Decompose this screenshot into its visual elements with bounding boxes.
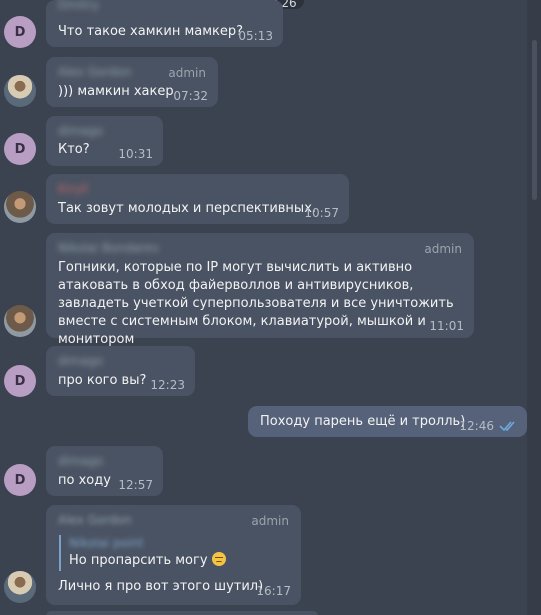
sender-name[interactable]: dimago — [58, 454, 103, 468]
admin-badge: admin — [251, 514, 289, 528]
message-bubble[interactable]: Alex Gordon admin ))) мамкин хакер 07:32 — [46, 57, 218, 107]
smirk-emoji-icon — [211, 552, 226, 566]
avatar[interactable]: D — [4, 365, 36, 397]
message-time: 10:31 — [118, 147, 153, 161]
admin-badge: admin — [168, 66, 206, 80]
avatar[interactable]: D — [4, 133, 36, 165]
sender-name[interactable]: dimago — [58, 354, 103, 368]
sender-name[interactable]: dimago — [58, 124, 103, 138]
chat-history[interactable]: Април 26 D Dmitry Что такое хамкин мамке… — [0, 0, 527, 615]
message-time: 11:01 — [429, 319, 464, 333]
avatar[interactable]: D — [4, 464, 36, 496]
message-time: 12:46 — [459, 419, 494, 433]
message-time: 07:32 — [173, 89, 208, 103]
read-checkmarks-icon — [499, 421, 515, 432]
message-text: Лично я про вот этого шутил) — [58, 579, 264, 594]
message-text: по ходу — [58, 473, 111, 488]
message-bubble[interactable]: Alex Gordon admin Nikolai point Но пропа… — [46, 505, 301, 605]
avatar[interactable]: D — [4, 16, 36, 48]
message-bubble[interactable] — [46, 611, 318, 615]
sender-name[interactable]: Dmitry — [58, 0, 99, 12]
sender-name[interactable]: Nikolai Bondarev — [58, 241, 159, 255]
sender-name[interactable]: Alex Gordon — [58, 513, 132, 527]
message-bubble[interactable]: dimago по ходу 12:57 — [46, 446, 163, 496]
message-time: 16:17 — [256, 584, 291, 598]
avatar[interactable] — [4, 305, 36, 337]
message-text: Походу парень ещё и тролль) — [260, 414, 466, 429]
message-text: про кого вы? — [58, 373, 147, 388]
message-text: Что такое хамкин мамкер? — [58, 24, 244, 39]
sender-name[interactable]: Kiryll — [58, 182, 88, 196]
outgoing-message-bubble[interactable]: Походу парень ещё и тролль) 12:46 — [248, 406, 527, 437]
quote-text: Но пропарсить могу — [69, 551, 226, 571]
message-bubble[interactable]: dimago Кто? 10:31 — [46, 116, 163, 166]
avatar[interactable] — [4, 571, 36, 603]
message-bubble[interactable]: Kiryll Так зовут молодых и перспективных… — [46, 174, 349, 224]
sender-name[interactable]: Alex Gordon — [58, 65, 132, 79]
message-text: Так зовут молодых и перспективных. — [58, 201, 317, 216]
scrollbar[interactable] — [527, 0, 541, 615]
message-text: Кто? — [58, 142, 90, 157]
avatar[interactable] — [4, 75, 36, 107]
message-bubble[interactable]: dimago про кого вы? 12:23 — [46, 346, 195, 396]
message-text: ))) мамкин хакер — [58, 84, 174, 99]
avatar[interactable] — [4, 191, 36, 223]
scrollbar-thumb[interactable] — [532, 40, 537, 200]
message-time: 05:13 — [238, 29, 273, 43]
message-text: Гопники, которые по IP могут вычислить и… — [58, 260, 454, 347]
reply-quote[interactable]: Nikolai point Но пропарсить могу — [59, 535, 226, 571]
message-time: 12:57 — [118, 478, 153, 492]
quote-author: Nikolai point — [69, 536, 144, 550]
message-time: 10:57 — [304, 206, 339, 220]
message-bubble[interactable]: Nikolai Bondarev admin Гопники, которые … — [46, 233, 474, 347]
message-bubble[interactable]: Dmitry Что такое хамкин мамкер? 05:13 — [46, 0, 283, 47]
admin-badge: admin — [424, 242, 462, 256]
message-time: 12:23 — [150, 378, 185, 392]
